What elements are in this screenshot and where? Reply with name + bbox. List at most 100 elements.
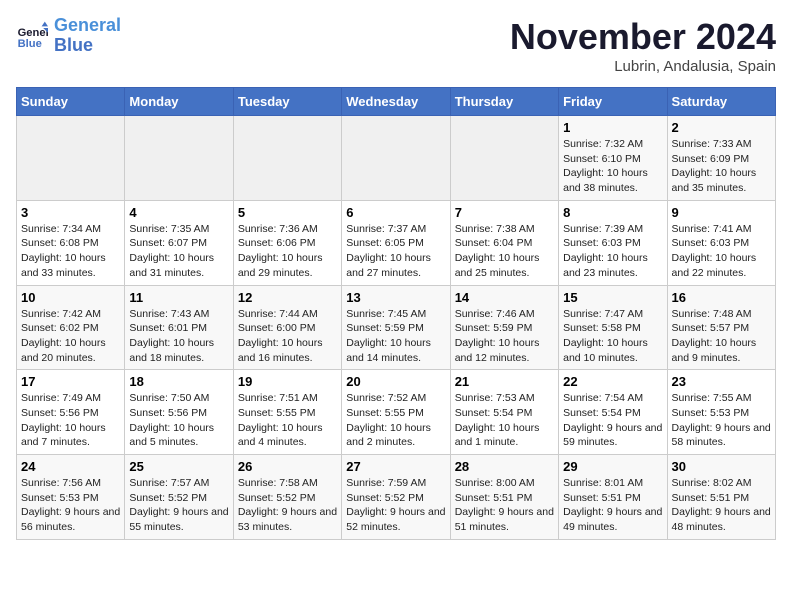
day-number: 2	[672, 120, 771, 135]
calendar-week-row: 24 Sunrise: 7:56 AMSunset: 5:53 PMDaylig…	[17, 455, 776, 540]
day-number: 25	[129, 459, 228, 474]
day-number: 9	[672, 205, 771, 220]
day-detail: Sunrise: 7:50 AMSunset: 5:56 PMDaylight:…	[129, 392, 214, 448]
day-detail: Sunrise: 7:57 AMSunset: 5:52 PMDaylight:…	[129, 477, 228, 533]
day-detail: Sunrise: 7:44 AMSunset: 6:00 PMDaylight:…	[238, 308, 323, 364]
weekday-header: Friday	[559, 88, 667, 116]
day-detail: Sunrise: 7:43 AMSunset: 6:01 PMDaylight:…	[129, 308, 214, 364]
location: Lubrin, Andalusia, Spain	[510, 58, 776, 75]
day-number: 4	[129, 205, 228, 220]
calendar-week-row: 17 Sunrise: 7:49 AMSunset: 5:56 PMDaylig…	[17, 370, 776, 455]
day-number: 12	[238, 290, 337, 305]
title-block: November 2024 Lubrin, Andalusia, Spain	[510, 16, 776, 75]
calendar-cell: 13 Sunrise: 7:45 AMSunset: 5:59 PMDaylig…	[342, 285, 450, 370]
calendar-cell	[17, 116, 125, 201]
calendar-cell: 6 Sunrise: 7:37 AMSunset: 6:05 PMDayligh…	[342, 200, 450, 285]
calendar-cell: 15 Sunrise: 7:47 AMSunset: 5:58 PMDaylig…	[559, 285, 667, 370]
calendar-cell: 28 Sunrise: 8:00 AMSunset: 5:51 PMDaylig…	[450, 455, 558, 540]
day-detail: Sunrise: 7:42 AMSunset: 6:02 PMDaylight:…	[21, 308, 106, 364]
day-detail: Sunrise: 7:49 AMSunset: 5:56 PMDaylight:…	[21, 392, 106, 448]
day-detail: Sunrise: 7:37 AMSunset: 6:05 PMDaylight:…	[346, 223, 431, 279]
day-number: 21	[455, 374, 554, 389]
day-number: 19	[238, 374, 337, 389]
day-number: 18	[129, 374, 228, 389]
weekday-header: Sunday	[17, 88, 125, 116]
calendar-cell: 8 Sunrise: 7:39 AMSunset: 6:03 PMDayligh…	[559, 200, 667, 285]
calendar-cell	[125, 116, 233, 201]
calendar-cell: 20 Sunrise: 7:52 AMSunset: 5:55 PMDaylig…	[342, 370, 450, 455]
day-number: 16	[672, 290, 771, 305]
calendar-cell: 16 Sunrise: 7:48 AMSunset: 5:57 PMDaylig…	[667, 285, 775, 370]
day-detail: Sunrise: 7:41 AMSunset: 6:03 PMDaylight:…	[672, 223, 757, 279]
day-detail: Sunrise: 7:58 AMSunset: 5:52 PMDaylight:…	[238, 477, 337, 533]
calendar-table: SundayMondayTuesdayWednesdayThursdayFrid…	[16, 87, 776, 540]
day-number: 7	[455, 205, 554, 220]
calendar-week-row: 1 Sunrise: 7:32 AMSunset: 6:10 PMDayligh…	[17, 116, 776, 201]
calendar-cell: 19 Sunrise: 7:51 AMSunset: 5:55 PMDaylig…	[233, 370, 341, 455]
page-header: General Blue GeneralBlue November 2024 L…	[16, 16, 776, 75]
calendar-cell: 3 Sunrise: 7:34 AMSunset: 6:08 PMDayligh…	[17, 200, 125, 285]
day-detail: Sunrise: 7:35 AMSunset: 6:07 PMDaylight:…	[129, 223, 214, 279]
day-number: 14	[455, 290, 554, 305]
day-number: 15	[563, 290, 662, 305]
day-detail: Sunrise: 7:36 AMSunset: 6:06 PMDaylight:…	[238, 223, 323, 279]
calendar-cell: 21 Sunrise: 7:53 AMSunset: 5:54 PMDaylig…	[450, 370, 558, 455]
weekday-header: Monday	[125, 88, 233, 116]
calendar-cell: 7 Sunrise: 7:38 AMSunset: 6:04 PMDayligh…	[450, 200, 558, 285]
day-number: 8	[563, 205, 662, 220]
calendar-cell: 2 Sunrise: 7:33 AMSunset: 6:09 PMDayligh…	[667, 116, 775, 201]
calendar-cell: 12 Sunrise: 7:44 AMSunset: 6:00 PMDaylig…	[233, 285, 341, 370]
day-detail: Sunrise: 7:34 AMSunset: 6:08 PMDaylight:…	[21, 223, 106, 279]
day-detail: Sunrise: 8:00 AMSunset: 5:51 PMDaylight:…	[455, 477, 554, 533]
calendar-cell: 26 Sunrise: 7:58 AMSunset: 5:52 PMDaylig…	[233, 455, 341, 540]
day-detail: Sunrise: 7:51 AMSunset: 5:55 PMDaylight:…	[238, 392, 323, 448]
day-number: 28	[455, 459, 554, 474]
calendar-cell: 1 Sunrise: 7:32 AMSunset: 6:10 PMDayligh…	[559, 116, 667, 201]
day-number: 27	[346, 459, 445, 474]
calendar-header-row: SundayMondayTuesdayWednesdayThursdayFrid…	[17, 88, 776, 116]
day-detail: Sunrise: 7:59 AMSunset: 5:52 PMDaylight:…	[346, 477, 445, 533]
calendar-cell: 23 Sunrise: 7:55 AMSunset: 5:53 PMDaylig…	[667, 370, 775, 455]
calendar-cell: 27 Sunrise: 7:59 AMSunset: 5:52 PMDaylig…	[342, 455, 450, 540]
weekday-header: Thursday	[450, 88, 558, 116]
calendar-cell: 9 Sunrise: 7:41 AMSunset: 6:03 PMDayligh…	[667, 200, 775, 285]
calendar-cell: 29 Sunrise: 8:01 AMSunset: 5:51 PMDaylig…	[559, 455, 667, 540]
day-number: 13	[346, 290, 445, 305]
logo: General Blue GeneralBlue	[16, 16, 121, 56]
day-detail: Sunrise: 7:53 AMSunset: 5:54 PMDaylight:…	[455, 392, 540, 448]
day-detail: Sunrise: 7:33 AMSunset: 6:09 PMDaylight:…	[672, 138, 757, 194]
day-detail: Sunrise: 7:48 AMSunset: 5:57 PMDaylight:…	[672, 308, 757, 364]
day-detail: Sunrise: 7:45 AMSunset: 5:59 PMDaylight:…	[346, 308, 431, 364]
day-number: 6	[346, 205, 445, 220]
day-number: 24	[21, 459, 120, 474]
day-number: 29	[563, 459, 662, 474]
day-detail: Sunrise: 7:56 AMSunset: 5:53 PMDaylight:…	[21, 477, 120, 533]
day-number: 10	[21, 290, 120, 305]
calendar-cell: 22 Sunrise: 7:54 AMSunset: 5:54 PMDaylig…	[559, 370, 667, 455]
day-detail: Sunrise: 7:46 AMSunset: 5:59 PMDaylight:…	[455, 308, 540, 364]
day-number: 1	[563, 120, 662, 135]
day-number: 30	[672, 459, 771, 474]
day-number: 20	[346, 374, 445, 389]
calendar-cell: 18 Sunrise: 7:50 AMSunset: 5:56 PMDaylig…	[125, 370, 233, 455]
day-number: 17	[21, 374, 120, 389]
calendar-cell: 30 Sunrise: 8:02 AMSunset: 5:51 PMDaylig…	[667, 455, 775, 540]
day-detail: Sunrise: 8:01 AMSunset: 5:51 PMDaylight:…	[563, 477, 662, 533]
calendar-cell	[233, 116, 341, 201]
svg-text:Blue: Blue	[18, 38, 42, 50]
svg-text:General: General	[18, 27, 48, 39]
calendar-cell	[342, 116, 450, 201]
day-detail: Sunrise: 7:38 AMSunset: 6:04 PMDaylight:…	[455, 223, 540, 279]
day-detail: Sunrise: 7:32 AMSunset: 6:10 PMDaylight:…	[563, 138, 648, 194]
calendar-cell: 25 Sunrise: 7:57 AMSunset: 5:52 PMDaylig…	[125, 455, 233, 540]
calendar-cell: 4 Sunrise: 7:35 AMSunset: 6:07 PMDayligh…	[125, 200, 233, 285]
logo-text: GeneralBlue	[54, 16, 121, 56]
day-detail: Sunrise: 7:54 AMSunset: 5:54 PMDaylight:…	[563, 392, 662, 448]
calendar-cell: 5 Sunrise: 7:36 AMSunset: 6:06 PMDayligh…	[233, 200, 341, 285]
day-detail: Sunrise: 7:52 AMSunset: 5:55 PMDaylight:…	[346, 392, 431, 448]
logo-icon: General Blue	[16, 20, 48, 52]
month-title: November 2024	[510, 16, 776, 58]
weekday-header: Wednesday	[342, 88, 450, 116]
day-number: 5	[238, 205, 337, 220]
calendar-week-row: 10 Sunrise: 7:42 AMSunset: 6:02 PMDaylig…	[17, 285, 776, 370]
